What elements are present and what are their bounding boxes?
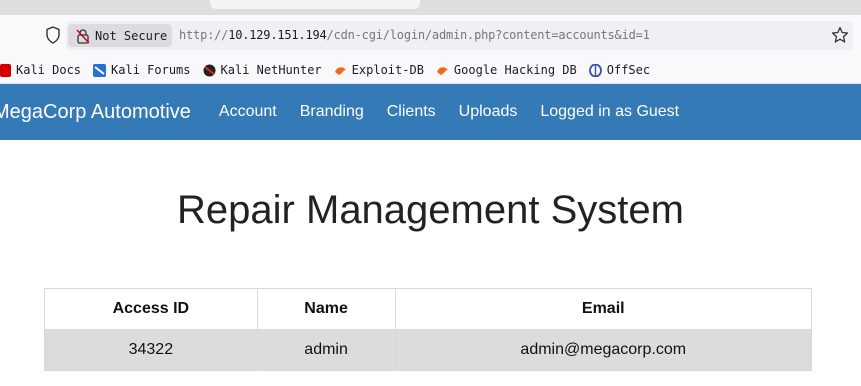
url-host: 10.129.151.194 — [228, 28, 327, 42]
kali-nethunter-icon — [203, 64, 216, 76]
page-title: Repair Management System — [177, 188, 684, 232]
ghdb-icon — [436, 66, 448, 75]
bookmark-kali-forums[interactable]: Kali Forums — [93, 63, 191, 77]
bookmark-label: Exploit-DB — [351, 63, 424, 77]
url-text[interactable]: http://10.129.151.194/cdn-cgi/login/admi… — [179, 28, 650, 42]
url-bar[interactable]: Not Secure http://10.129.151.194/cdn-cgi… — [66, 21, 853, 50]
table-row: 34322 admin admin@megacorp.com — [44, 329, 812, 371]
shield-icon[interactable] — [45, 26, 61, 44]
bookmarks-toolbar: Kali Docs Kali Forums Kali NetHunter Exp… — [0, 57, 861, 84]
nav-logged-in-user[interactable]: Logged in as Guest — [540, 103, 679, 121]
column-header-email: Email — [394, 288, 812, 330]
bookmark-kali-docs[interactable]: Kali Docs — [0, 63, 81, 77]
nav-branding[interactable]: Branding — [300, 103, 364, 121]
bookmark-label: Kali Forums — [111, 63, 191, 77]
accounts-table: Access ID Name Email 34322 admin admin@m… — [44, 288, 812, 371]
nav-account[interactable]: Account — [219, 103, 277, 121]
insecure-lock-icon — [76, 28, 90, 44]
security-label: Not Secure — [95, 28, 168, 43]
column-header-access-id: Access ID — [44, 288, 258, 330]
bookmark-label: OffSec — [606, 63, 651, 77]
kali-forums-icon — [93, 63, 107, 77]
offsec-icon — [588, 63, 602, 77]
bookmark-label: Kali NetHunter — [220, 63, 322, 77]
column-header-name: Name — [256, 288, 396, 330]
bookmark-star-icon[interactable] — [831, 26, 849, 44]
cell-email: admin@megacorp.com — [394, 329, 812, 371]
security-indicator[interactable]: Not Secure — [68, 24, 172, 47]
table-header-row: Access ID Name Email — [44, 288, 812, 330]
active-tab[interactable] — [210, 0, 420, 9]
bookmark-exploit-db[interactable]: Exploit-DB — [334, 63, 424, 77]
kali-docs-icon — [0, 63, 11, 77]
exploit-db-icon — [334, 66, 346, 75]
cell-access-id: 34322 — [44, 329, 258, 371]
url-prefix: http:// — [179, 28, 229, 42]
site-navbar: MegaCorp Automotive Account Branding Cli… — [0, 84, 861, 140]
browser-toolbar: Not Secure http://10.129.151.194/cdn-cgi… — [0, 15, 861, 57]
tab-strip — [0, 0, 861, 15]
brand-logo[interactable]: MegaCorp Automotive — [0, 101, 191, 124]
nav-uploads[interactable]: Uploads — [459, 103, 518, 121]
bookmark-offsec[interactable]: OffSec — [588, 63, 651, 77]
url-path: /cdn-cgi/login/admin.php?content=account… — [326, 28, 650, 42]
cell-name: admin — [256, 329, 396, 371]
bookmark-label: Kali Docs — [16, 63, 82, 77]
bookmark-label: Google Hacking DB — [453, 63, 577, 77]
nav-clients[interactable]: Clients — [387, 103, 436, 121]
bookmark-kali-nethunter[interactable]: Kali NetHunter — [203, 63, 322, 77]
bookmark-ghdb[interactable]: Google Hacking DB — [436, 63, 577, 77]
